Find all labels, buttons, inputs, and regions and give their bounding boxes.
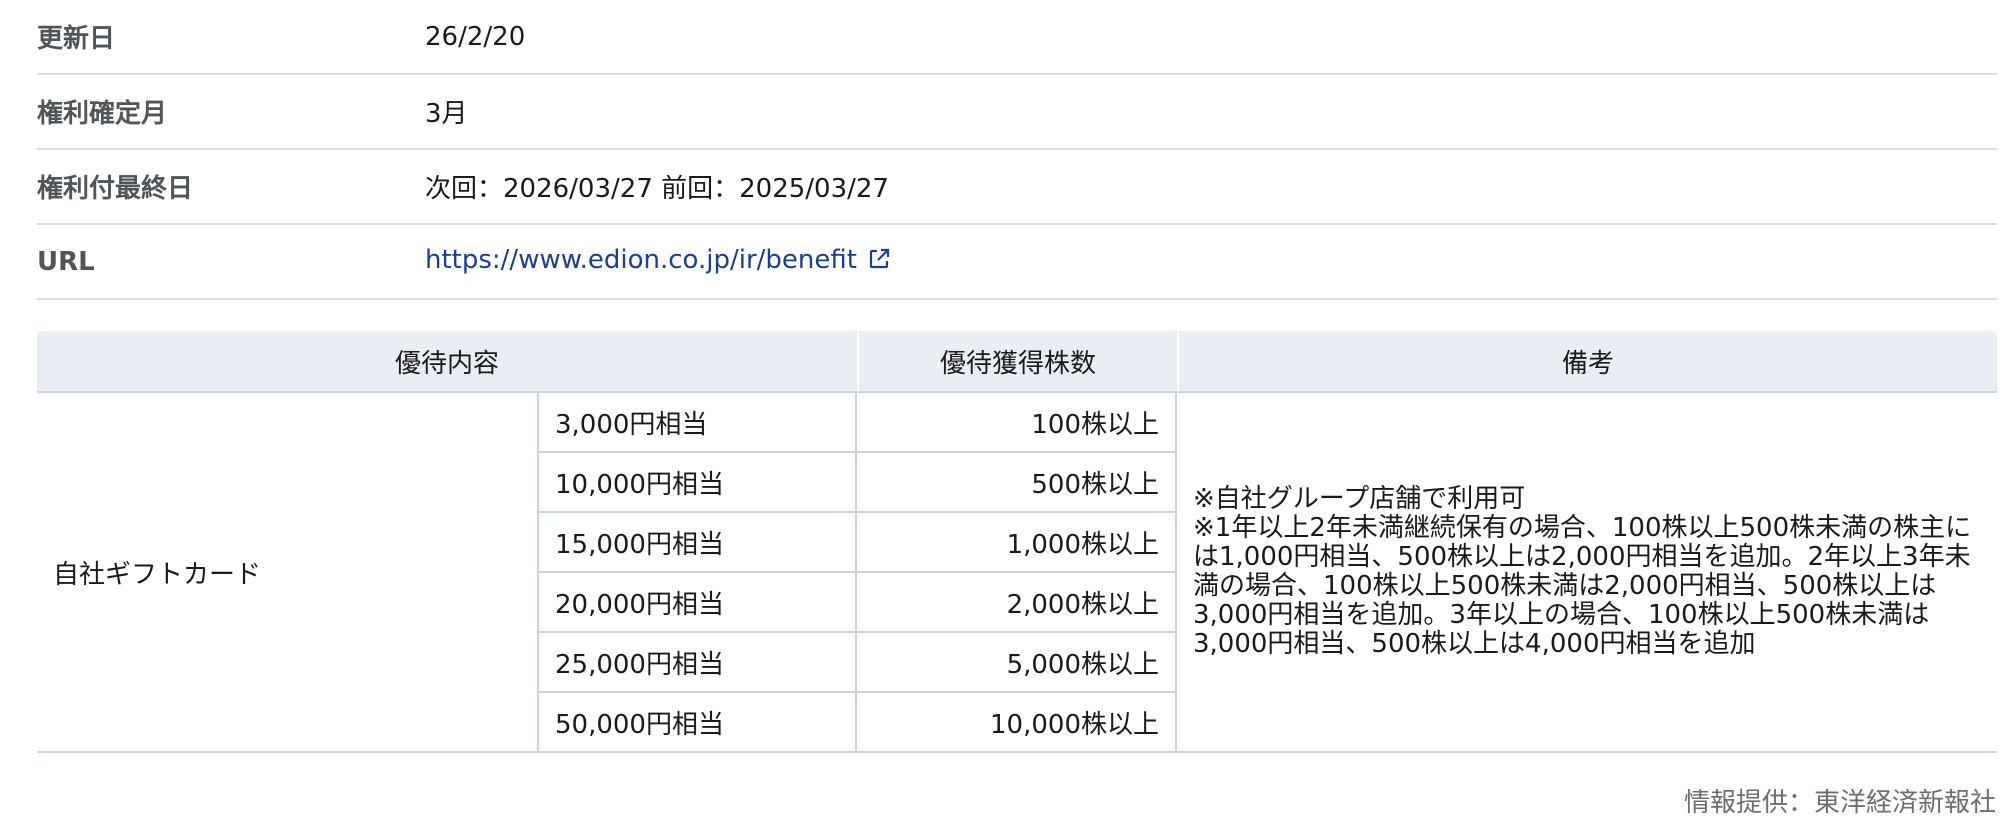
header-notes: 備考 — [1177, 331, 1997, 393]
info-row-record-month: 権利確定月 3月 — [37, 75, 1997, 150]
required-shares: 10,000株以上 — [857, 693, 1177, 753]
required-shares: 2,000株以上 — [857, 573, 1177, 633]
note-line-2: ※1年以上2年未満継続保有の場合、100株以上500株未満の株主には1,000円… — [1193, 513, 1972, 659]
note-line-1: ※自社グループ店舗で利用可 — [1193, 484, 1526, 514]
table-row: 自社ギフトカード 3,000円相当 100株以上 ※自社グループ店舗で利用可 ※… — [37, 393, 1997, 753]
benefit-amount: 50,000円相当 — [539, 693, 857, 753]
stock-info-section: 更新日 26/2/20 権利確定月 3月 権利付最終日 次回：2026/03/2… — [37, 0, 1997, 300]
benefit-item: 自社ギフトカード — [37, 393, 539, 753]
required-shares: 5,000株以上 — [857, 633, 1177, 693]
update-date-value: 26/2/20 — [425, 21, 526, 52]
benefit-table-header: 優待内容 優待獲得株数 備考 — [37, 331, 1997, 393]
record-month-label: 権利確定月 — [37, 99, 168, 129]
url-label: URL — [37, 246, 95, 277]
benefit-amount: 25,000円相当 — [539, 633, 857, 693]
required-shares: 500株以上 — [857, 453, 1177, 513]
url-value: https://www.edion.co.jp/ir/benefit — [425, 245, 891, 278]
benefit-url-link[interactable]: https://www.edion.co.jp/ir/benefit — [425, 245, 857, 275]
last-trading-date-value: 次回：2026/03/27 前回：2025/03/27 — [425, 174, 889, 204]
benefit-notes: ※自社グループ店舗で利用可 ※1年以上2年未満継続保有の場合、100株以上500… — [1177, 393, 1997, 753]
external-link-icon[interactable] — [867, 247, 891, 278]
benefit-amount: 15,000円相当 — [539, 513, 857, 573]
data-source-credit: 情報提供：東洋経済新報社 — [1683, 788, 1996, 818]
benefit-amount: 10,000円相当 — [539, 453, 857, 513]
required-shares: 1,000株以上 — [857, 513, 1177, 573]
benefit-amount: 20,000円相当 — [539, 573, 857, 633]
header-shares: 優待獲得株数 — [857, 331, 1177, 393]
record-month-value: 3月 — [425, 99, 468, 129]
info-row-last-trading-date: 権利付最終日 次回：2026/03/27 前回：2025/03/27 — [37, 150, 1997, 225]
update-date-label: 更新日 — [37, 24, 116, 54]
benefit-amount: 3,000円相当 — [539, 393, 857, 453]
last-trading-date-label: 権利付最終日 — [37, 174, 194, 204]
header-content: 優待内容 — [37, 331, 857, 393]
info-row-update-date: 更新日 26/2/20 — [37, 0, 1997, 75]
info-row-url: URL https://www.edion.co.jp/ir/benefit — [37, 225, 1997, 300]
benefit-table: 優待内容 優待獲得株数 備考 自社ギフトカード 3,000円相当 100株以上 … — [37, 331, 1997, 753]
required-shares: 100株以上 — [857, 393, 1177, 453]
